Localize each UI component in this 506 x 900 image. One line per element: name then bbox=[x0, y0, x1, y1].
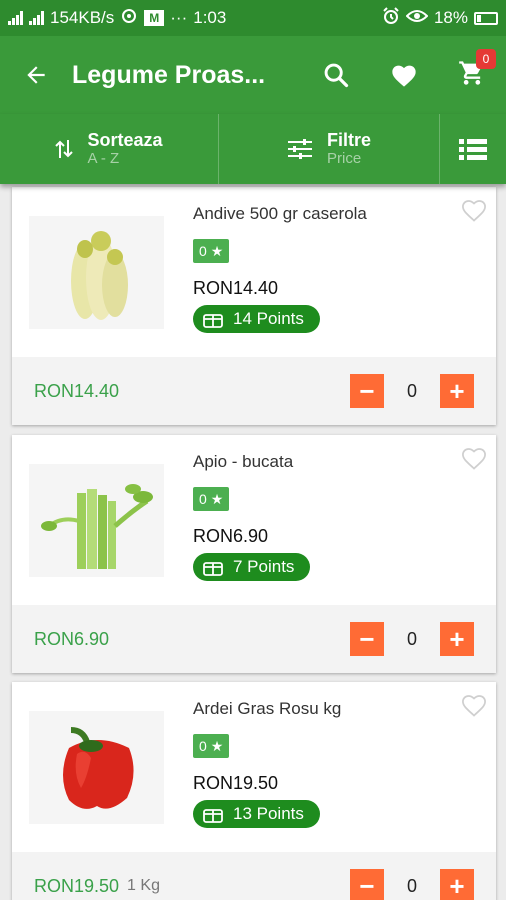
card-footer: RON6.90 − 0 + bbox=[12, 605, 496, 673]
status-bar: 154KB/s M ··· 1:03 18% bbox=[0, 0, 506, 36]
rating-value: 0 bbox=[199, 491, 207, 507]
rating-value: 0 bbox=[199, 243, 207, 259]
product-name[interactable]: Apio - bucata bbox=[193, 452, 293, 472]
points-text: 14 Points bbox=[233, 309, 304, 328]
increase-button[interactable]: + bbox=[440, 374, 474, 408]
sliders-icon bbox=[287, 139, 312, 159]
wishlist-button[interactable] bbox=[460, 197, 488, 228]
battery-percent: 18% bbox=[433, 8, 468, 27]
card-footer: RON19.50 1 Kg − 0 + bbox=[12, 852, 496, 900]
product-card[interactable]: Ardei Gras Rosu kg 0 ★ RON19.50 13 Point… bbox=[12, 682, 496, 900]
decrease-button[interactable]: − bbox=[350, 374, 384, 408]
wishlist-button[interactable] bbox=[460, 692, 488, 723]
rating-badge: 0 ★ bbox=[193, 734, 230, 758]
quantity-stepper: − 0 + bbox=[350, 374, 474, 408]
points-text: 7 Points bbox=[233, 557, 295, 576]
star-icon: ★ bbox=[210, 737, 224, 754]
star-icon: ★ bbox=[210, 242, 224, 259]
product-image-red-pepper[interactable] bbox=[29, 711, 164, 824]
sort-arrows-icon bbox=[55, 140, 74, 158]
search-icon bbox=[324, 63, 349, 88]
sort-label: Sorteaza bbox=[87, 129, 163, 150]
quantity-stepper: − 0 + bbox=[350, 622, 474, 656]
points-text: 13 Points bbox=[233, 804, 304, 823]
product-price: RON6.90 bbox=[193, 526, 269, 546]
product-name[interactable]: Andive 500 gr caserola bbox=[193, 204, 367, 224]
footer-price: RON14.40 bbox=[34, 380, 120, 401]
quantity-value: 0 bbox=[406, 380, 417, 401]
filter-button[interactable]: Filtre Price bbox=[219, 114, 440, 184]
eye-icon bbox=[120, 8, 138, 29]
product-price: RON19.50 bbox=[193, 773, 279, 793]
arrow-left-icon bbox=[27, 66, 45, 84]
rating-badge: 0 ★ bbox=[193, 487, 230, 511]
increase-button[interactable]: + bbox=[440, 622, 474, 656]
product-name[interactable]: Ardei Gras Rosu kg bbox=[193, 699, 341, 719]
back-button[interactable] bbox=[0, 36, 72, 114]
decrease-button[interactable]: − bbox=[350, 869, 384, 900]
page-title: Legume Proas... bbox=[72, 60, 266, 89]
rating-value: 0 bbox=[199, 738, 207, 754]
quantity-value: 0 bbox=[406, 628, 417, 649]
product-card[interactable]: Andive 500 gr caserola 0 ★ RON14.40 14 P… bbox=[12, 187, 496, 425]
product-card-top: Andive 500 gr caserola 0 ★ RON14.40 14 P… bbox=[12, 187, 496, 357]
mail-icon: M bbox=[144, 10, 165, 26]
product-list: Andive 500 gr caserola 0 ★ RON14.40 14 P… bbox=[0, 184, 506, 900]
heart-icon bbox=[392, 65, 416, 87]
status-left: 154KB/s M ··· 1:03 bbox=[8, 8, 226, 29]
quantity-value: 0 bbox=[406, 875, 417, 896]
product-card-top: Ardei Gras Rosu kg 0 ★ RON19.50 13 Point… bbox=[12, 682, 496, 852]
points-pill: 13 Points bbox=[193, 800, 320, 828]
gift-icon bbox=[203, 314, 223, 328]
app-bar: Legume Proas... 0 bbox=[0, 36, 506, 114]
heart-outline-icon bbox=[462, 200, 486, 222]
status-right: 18% bbox=[382, 6, 498, 30]
battery-icon bbox=[474, 11, 498, 25]
points-pill: 7 Points bbox=[193, 553, 311, 581]
filter-value: Price bbox=[326, 149, 362, 167]
signal-2-icon bbox=[29, 11, 44, 25]
gift-icon bbox=[203, 562, 223, 576]
increase-button[interactable]: + bbox=[440, 869, 474, 900]
cart-wrap: 0 bbox=[458, 48, 496, 92]
heart-outline-icon bbox=[462, 695, 486, 717]
product-card-top: Apio - bucata 0 ★ RON6.90 7 Points bbox=[12, 435, 496, 605]
signal-icon bbox=[8, 11, 23, 25]
list-view-icon bbox=[459, 139, 487, 160]
sort-filter-bar: Sorteaza A - Z Filtre Price bbox=[0, 114, 506, 184]
footer-price: RON19.50 bbox=[34, 875, 120, 896]
card-footer: RON14.40 − 0 + bbox=[12, 357, 496, 425]
sort-button[interactable]: Sorteaza A - Z bbox=[0, 114, 219, 184]
star-icon: ★ bbox=[210, 490, 224, 507]
cart-button[interactable]: 0 bbox=[438, 36, 506, 114]
filter-label: Filtre bbox=[326, 129, 371, 150]
footer-price: RON6.90 bbox=[34, 628, 110, 649]
product-card[interactable]: Apio - bucata 0 ★ RON6.90 7 Points RON6.… bbox=[12, 435, 496, 673]
unit-label: 1 Kg bbox=[127, 877, 160, 894]
filter-text: Filtre Price bbox=[326, 129, 371, 167]
heart-outline-icon bbox=[462, 448, 486, 470]
eye-comfort-icon bbox=[405, 8, 429, 28]
favorites-button[interactable] bbox=[370, 36, 438, 114]
product-image-celery[interactable] bbox=[29, 464, 164, 577]
sort-value: A - Z bbox=[87, 149, 120, 167]
more-icon: ··· bbox=[170, 8, 188, 27]
alarm-icon bbox=[382, 6, 400, 30]
quantity-stepper: − 0 + bbox=[350, 869, 474, 900]
search-button[interactable] bbox=[302, 36, 370, 114]
status-time: 1:03 bbox=[193, 8, 227, 27]
product-image-endive[interactable] bbox=[29, 216, 164, 329]
cart-count-badge: 0 bbox=[476, 48, 496, 69]
points-pill: 14 Points bbox=[193, 305, 320, 333]
view-toggle-button[interactable] bbox=[440, 114, 506, 184]
rating-badge: 0 ★ bbox=[193, 239, 230, 263]
wishlist-button[interactable] bbox=[460, 445, 488, 476]
decrease-button[interactable]: − bbox=[350, 622, 384, 656]
gift-icon bbox=[203, 809, 223, 823]
product-price: RON14.40 bbox=[193, 278, 279, 298]
sort-text: Sorteaza A - Z bbox=[87, 129, 163, 167]
network-speed: 154KB/s bbox=[50, 8, 115, 27]
